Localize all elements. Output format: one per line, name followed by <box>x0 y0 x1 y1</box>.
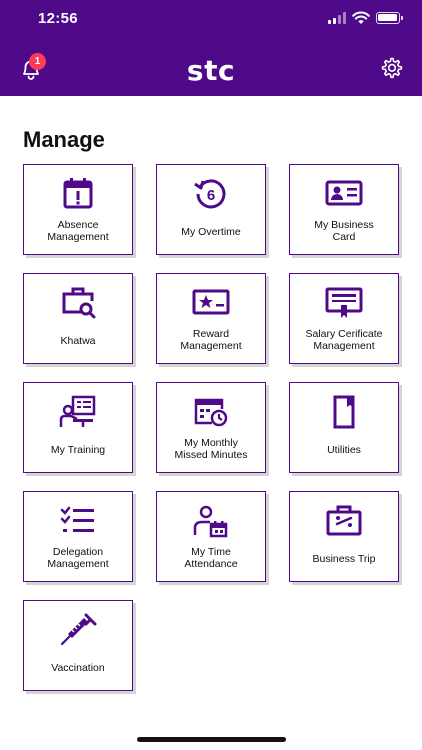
tile-label: Vaccination <box>51 662 105 674</box>
tile-label: Delegation Management <box>47 546 109 570</box>
tile-absence-management[interactable]: Absence Management <box>23 164 133 255</box>
tile-delegation-management[interactable]: Delegation Management <box>23 491 133 582</box>
app-header: 12:56 1 stc <box>0 0 422 96</box>
status-time: 12:56 <box>38 10 78 27</box>
tile-label: Absence Management <box>47 219 109 243</box>
briefcase-search-icon <box>62 287 96 319</box>
tile-my-time-attendance[interactable]: My Time Attendance <box>156 491 266 582</box>
tile-label: Business Trip <box>312 553 376 565</box>
tile-label: My Business Card <box>314 219 374 243</box>
stc-logo: stc <box>186 54 236 87</box>
tile-label: My Monthly Missed Minutes <box>174 437 248 461</box>
calendar-alert-icon <box>63 178 93 209</box>
tile-business-trip[interactable]: Business Trip <box>289 491 399 582</box>
status-icons <box>328 11 403 25</box>
tile-khatwa[interactable]: Khatwa <box>23 273 133 364</box>
signal-icon <box>328 12 346 24</box>
tile-salary-certificate-management[interactable]: Salary Cerificate Management <box>289 273 399 364</box>
suitcase-icon <box>326 505 362 536</box>
home-indicator <box>137 737 286 742</box>
folder-icon <box>333 395 355 429</box>
tile-utilities[interactable]: Utilities <box>289 382 399 473</box>
calendar-clock-icon <box>194 398 228 427</box>
training-board-icon <box>59 395 96 427</box>
wifi-icon <box>352 11 370 24</box>
tile-my-monthly-missed-minutes[interactable]: My Monthly Missed Minutes <box>156 382 266 473</box>
reward-certificate-icon <box>192 289 230 315</box>
checklist-icon <box>60 506 94 532</box>
tile-label: Salary Cerificate Management <box>305 328 383 352</box>
tile-vaccination[interactable]: Vaccination <box>23 600 133 691</box>
tile-label: Utilities <box>327 444 361 456</box>
tile-my-training[interactable]: My Training <box>23 382 133 473</box>
overtime-clock-icon: 6 <box>194 179 226 209</box>
svg-text:6: 6 <box>207 187 215 204</box>
tile-my-business-card[interactable]: My Business Card <box>289 164 399 255</box>
syringe-icon <box>60 613 97 646</box>
tile-my-overtime[interactable]: 6 My Overtime <box>156 164 266 255</box>
tile-reward-management[interactable]: Reward Management <box>156 273 266 364</box>
person-calendar-icon <box>193 505 228 538</box>
gear-icon[interactable] <box>380 56 404 80</box>
tile-label: My Training <box>50 444 106 456</box>
business-card-icon <box>325 180 363 206</box>
tile-label: My Time Attendance <box>184 546 238 570</box>
page-title: Manage <box>23 127 105 152</box>
tile-label: Khatwa <box>60 335 96 347</box>
salary-certificate-icon <box>325 287 363 318</box>
tile-label: My Overtime <box>181 226 241 238</box>
battery-icon <box>376 12 403 24</box>
tile-label: Reward Management <box>180 328 242 352</box>
